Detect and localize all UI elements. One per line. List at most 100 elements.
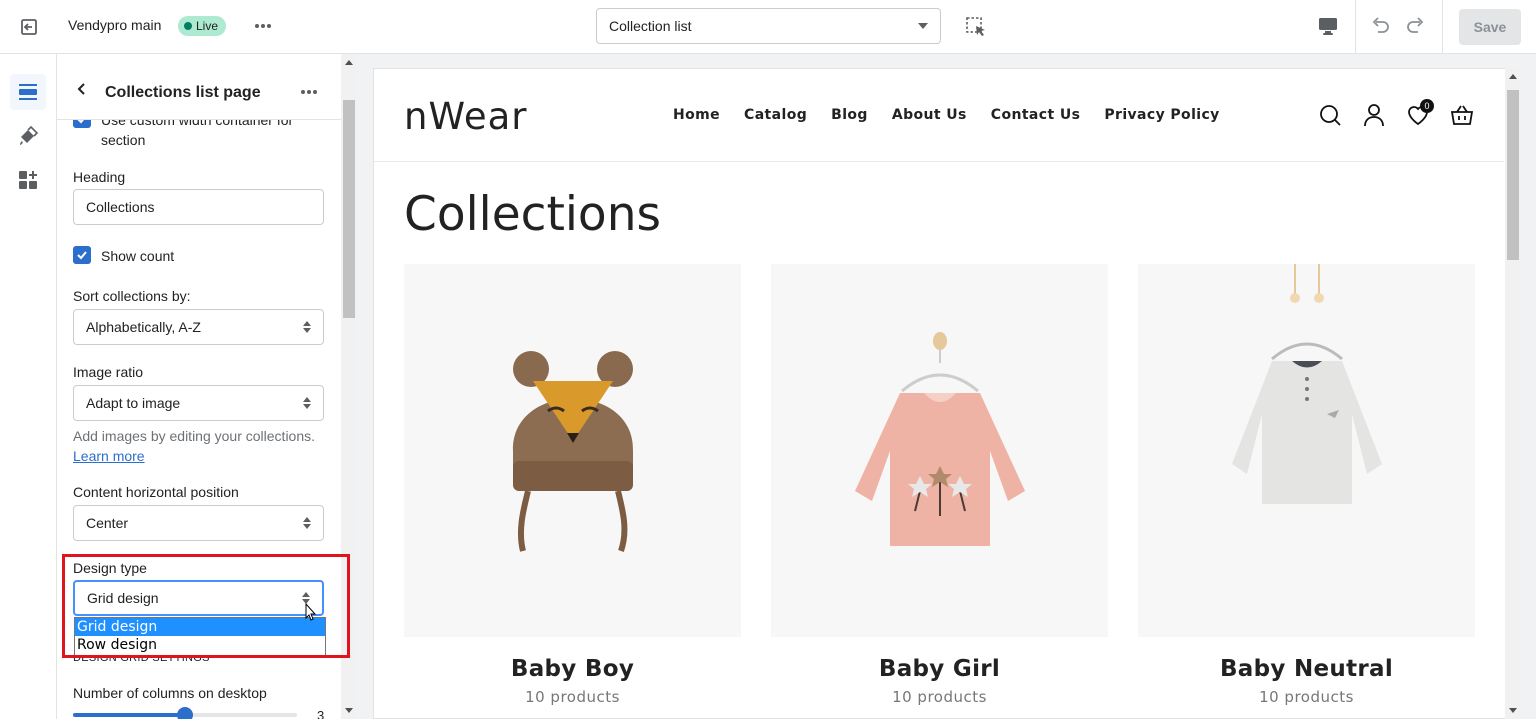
slider-thumb[interactable]	[177, 707, 193, 719]
collection-image[interactable]	[771, 264, 1108, 637]
device-preview-button[interactable]	[1316, 14, 1340, 38]
redo-icon	[1407, 17, 1424, 33]
search-icon	[1320, 105, 1341, 126]
nav-about-us[interactable]: About Us	[892, 107, 967, 123]
design-type-select-value: Grid design	[87, 590, 159, 606]
scroll-down-icon	[345, 708, 353, 713]
heading-input[interactable]: Collections	[73, 189, 324, 225]
wishlist-count-badge: 0	[1420, 99, 1434, 113]
image-helper-text: Add images by editing your collections.	[73, 428, 316, 444]
undo-button[interactable]	[1368, 14, 1392, 38]
learn-more-link[interactable]: Learn more	[73, 446, 145, 466]
image-ratio-label: Image ratio	[73, 364, 144, 380]
rail-item-theme-settings[interactable]	[10, 118, 46, 154]
checkmark-icon	[77, 251, 87, 260]
nav-contact-us[interactable]: Contact Us	[991, 107, 1081, 123]
live-badge-label: Live	[196, 19, 219, 33]
show-count-label: Show count	[101, 248, 175, 264]
content-position-select[interactable]: Center	[73, 505, 324, 541]
select-pointer-icon	[966, 17, 985, 36]
undo-icon	[1372, 17, 1389, 33]
collection-card[interactable]: Baby Boy 10 products	[404, 264, 741, 706]
apps-icon	[19, 171, 37, 189]
content-position-label: Content horizontal position	[73, 484, 239, 500]
panel-more-button[interactable]	[300, 82, 322, 98]
dropdown-option-row[interactable]: Row design	[75, 636, 325, 654]
inspector-button[interactable]	[964, 15, 988, 39]
grey-shirt-image	[1231, 264, 1382, 504]
header-divider	[374, 161, 1504, 162]
template-select[interactable]: Collection list	[596, 8, 941, 44]
collection-card[interactable]: Baby Girl 10 products	[771, 264, 1108, 706]
sort-select[interactable]: Alphabetically, A-Z	[73, 309, 324, 345]
scroll-up-icon	[1509, 74, 1517, 79]
sort-select-value: Alphabetically, A-Z	[86, 319, 201, 335]
nav-privacy-policy[interactable]: Privacy Policy	[1104, 107, 1219, 123]
columns-slider[interactable]	[73, 707, 297, 719]
search-button[interactable]	[1318, 103, 1342, 127]
store-name: Vendypro main	[68, 17, 162, 33]
nav-home[interactable]: Home	[673, 107, 720, 123]
heading-label: Heading	[73, 169, 126, 185]
live-dot-icon	[184, 22, 192, 30]
show-count-checkbox[interactable]	[73, 246, 91, 264]
image-ratio-select-value: Adapt to image	[86, 395, 181, 411]
collection-title[interactable]: Baby Boy	[404, 656, 741, 682]
columns-label: Number of columns on desktop	[73, 685, 267, 701]
panel-scrollbar[interactable]	[341, 54, 357, 719]
divider	[1442, 0, 1443, 54]
redo-button[interactable]	[1404, 14, 1428, 38]
dropdown-option-grid[interactable]: Grid design	[75, 618, 325, 636]
panel-header: Collections list page	[57, 54, 341, 120]
mouse-cursor-icon	[305, 603, 317, 621]
nav-catalog[interactable]: Catalog	[744, 107, 807, 123]
template-select-value: Collection list	[609, 18, 692, 34]
collection-image[interactable]	[1138, 264, 1475, 637]
left-rail	[0, 54, 57, 719]
page-heading: Collections	[404, 187, 661, 242]
knit-hat-image	[512, 350, 633, 552]
collection-image[interactable]	[404, 264, 741, 637]
pink-sweater-image	[854, 331, 1025, 546]
shop-nav: Home Catalog Blog About Us Contact Us Pr…	[673, 107, 1220, 123]
slider-fill	[73, 713, 185, 717]
wishlist-button[interactable]: 0	[1406, 99, 1434, 127]
select-arrows-icon	[303, 321, 311, 333]
desktop-icon	[1319, 18, 1337, 35]
collection-card[interactable]: Baby Neutral 10 products	[1138, 264, 1475, 706]
sections-icon	[19, 84, 37, 100]
select-arrows-icon	[303, 517, 311, 529]
more-actions-button[interactable]	[250, 12, 276, 40]
theme-settings-icon	[20, 125, 39, 145]
rail-item-sections[interactable]	[10, 74, 46, 110]
collection-title[interactable]: Baby Neutral	[1138, 656, 1475, 682]
design-type-select[interactable]: Grid design	[73, 580, 324, 616]
content-position-select-value: Center	[86, 515, 129, 531]
ellipsis-icon	[301, 90, 317, 94]
collection-count: 10 products	[525, 688, 620, 706]
exit-button[interactable]	[0, 0, 57, 54]
account-button[interactable]	[1362, 103, 1386, 127]
shop-logo[interactable]: nWear	[404, 95, 528, 138]
nav-blog[interactable]: Blog	[831, 107, 868, 123]
image-ratio-select[interactable]: Adapt to image	[73, 385, 324, 421]
chevron-down-icon	[918, 23, 928, 29]
back-button[interactable]	[73, 80, 91, 98]
basket-icon	[1450, 105, 1474, 125]
save-button[interactable]: Save	[1459, 9, 1521, 45]
top-bar: Vendypro main Live Collection list Save	[0, 0, 1536, 54]
user-icon	[1364, 104, 1384, 127]
panel-scroll-thumb[interactable]	[343, 100, 355, 318]
design-type-label: Design type	[73, 560, 147, 576]
collection-title[interactable]: Baby Girl	[771, 656, 1108, 682]
columns-value: 3	[317, 708, 325, 719]
rail-item-apps[interactable]	[10, 162, 46, 198]
preview-scrollbar[interactable]	[1505, 68, 1521, 719]
cart-button[interactable]	[1450, 103, 1474, 127]
ellipsis-icon	[255, 24, 271, 28]
sort-label: Sort collections by:	[73, 288, 191, 304]
divider	[1355, 0, 1356, 54]
preview-scroll-thumb[interactable]	[1507, 90, 1519, 260]
header-icons: 0	[1318, 99, 1474, 127]
scroll-up-icon	[345, 60, 353, 65]
